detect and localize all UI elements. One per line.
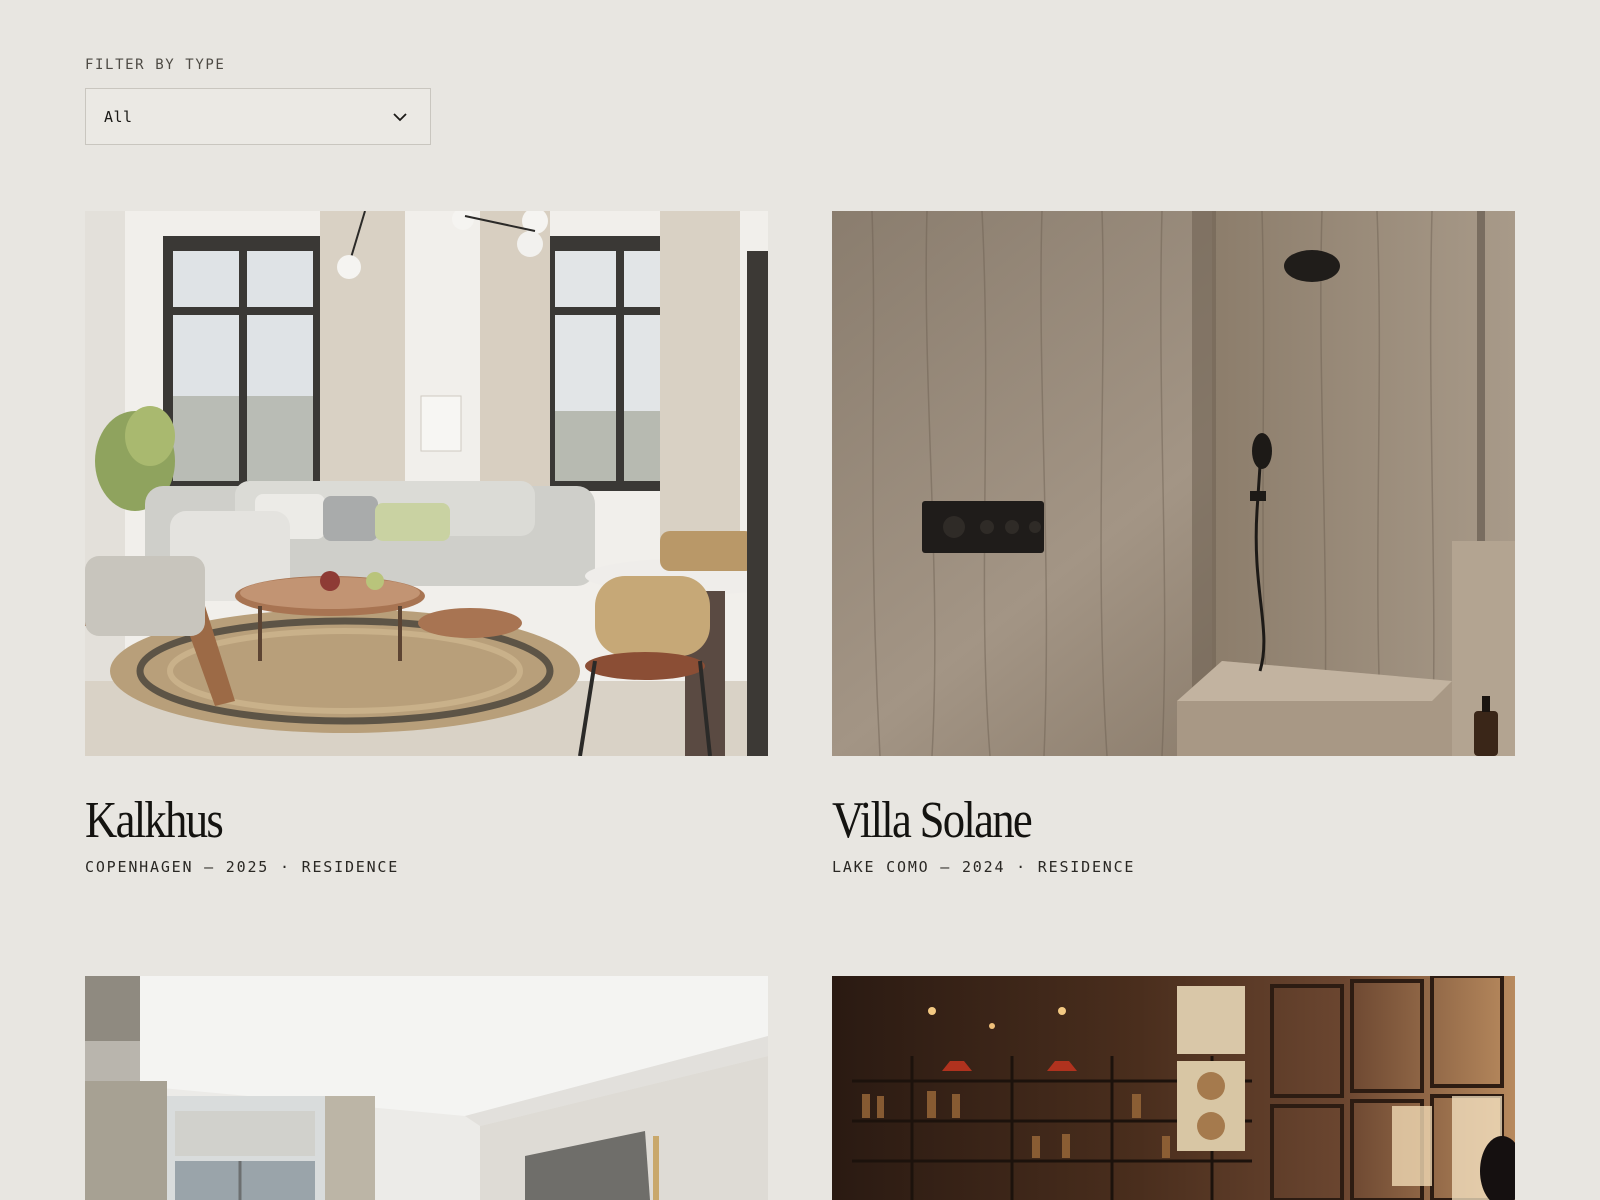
type-filter-value: All (104, 108, 133, 126)
project-image-living-room[interactable] (85, 211, 768, 756)
filter-label: FILTER BY TYPE (85, 57, 226, 73)
project-image-stone-shower[interactable] (832, 211, 1515, 756)
project-image-bedroom[interactable] (85, 976, 768, 1200)
project-title[interactable]: Kalkhus (85, 791, 224, 851)
project-image-bar-interior[interactable] (832, 976, 1515, 1200)
type-filter-select[interactable]: All (85, 88, 431, 145)
projects-page: FILTER BY TYPE All Kalkhus COPENHAGEN — … (0, 0, 1600, 1200)
project-title[interactable]: Villa Solane (832, 791, 1033, 851)
project-meta: COPENHAGEN — 2025 · RESIDENCE (85, 858, 400, 876)
project-meta: LAKE COMO — 2024 · RESIDENCE (832, 858, 1136, 876)
chevron-down-icon (393, 113, 407, 122)
